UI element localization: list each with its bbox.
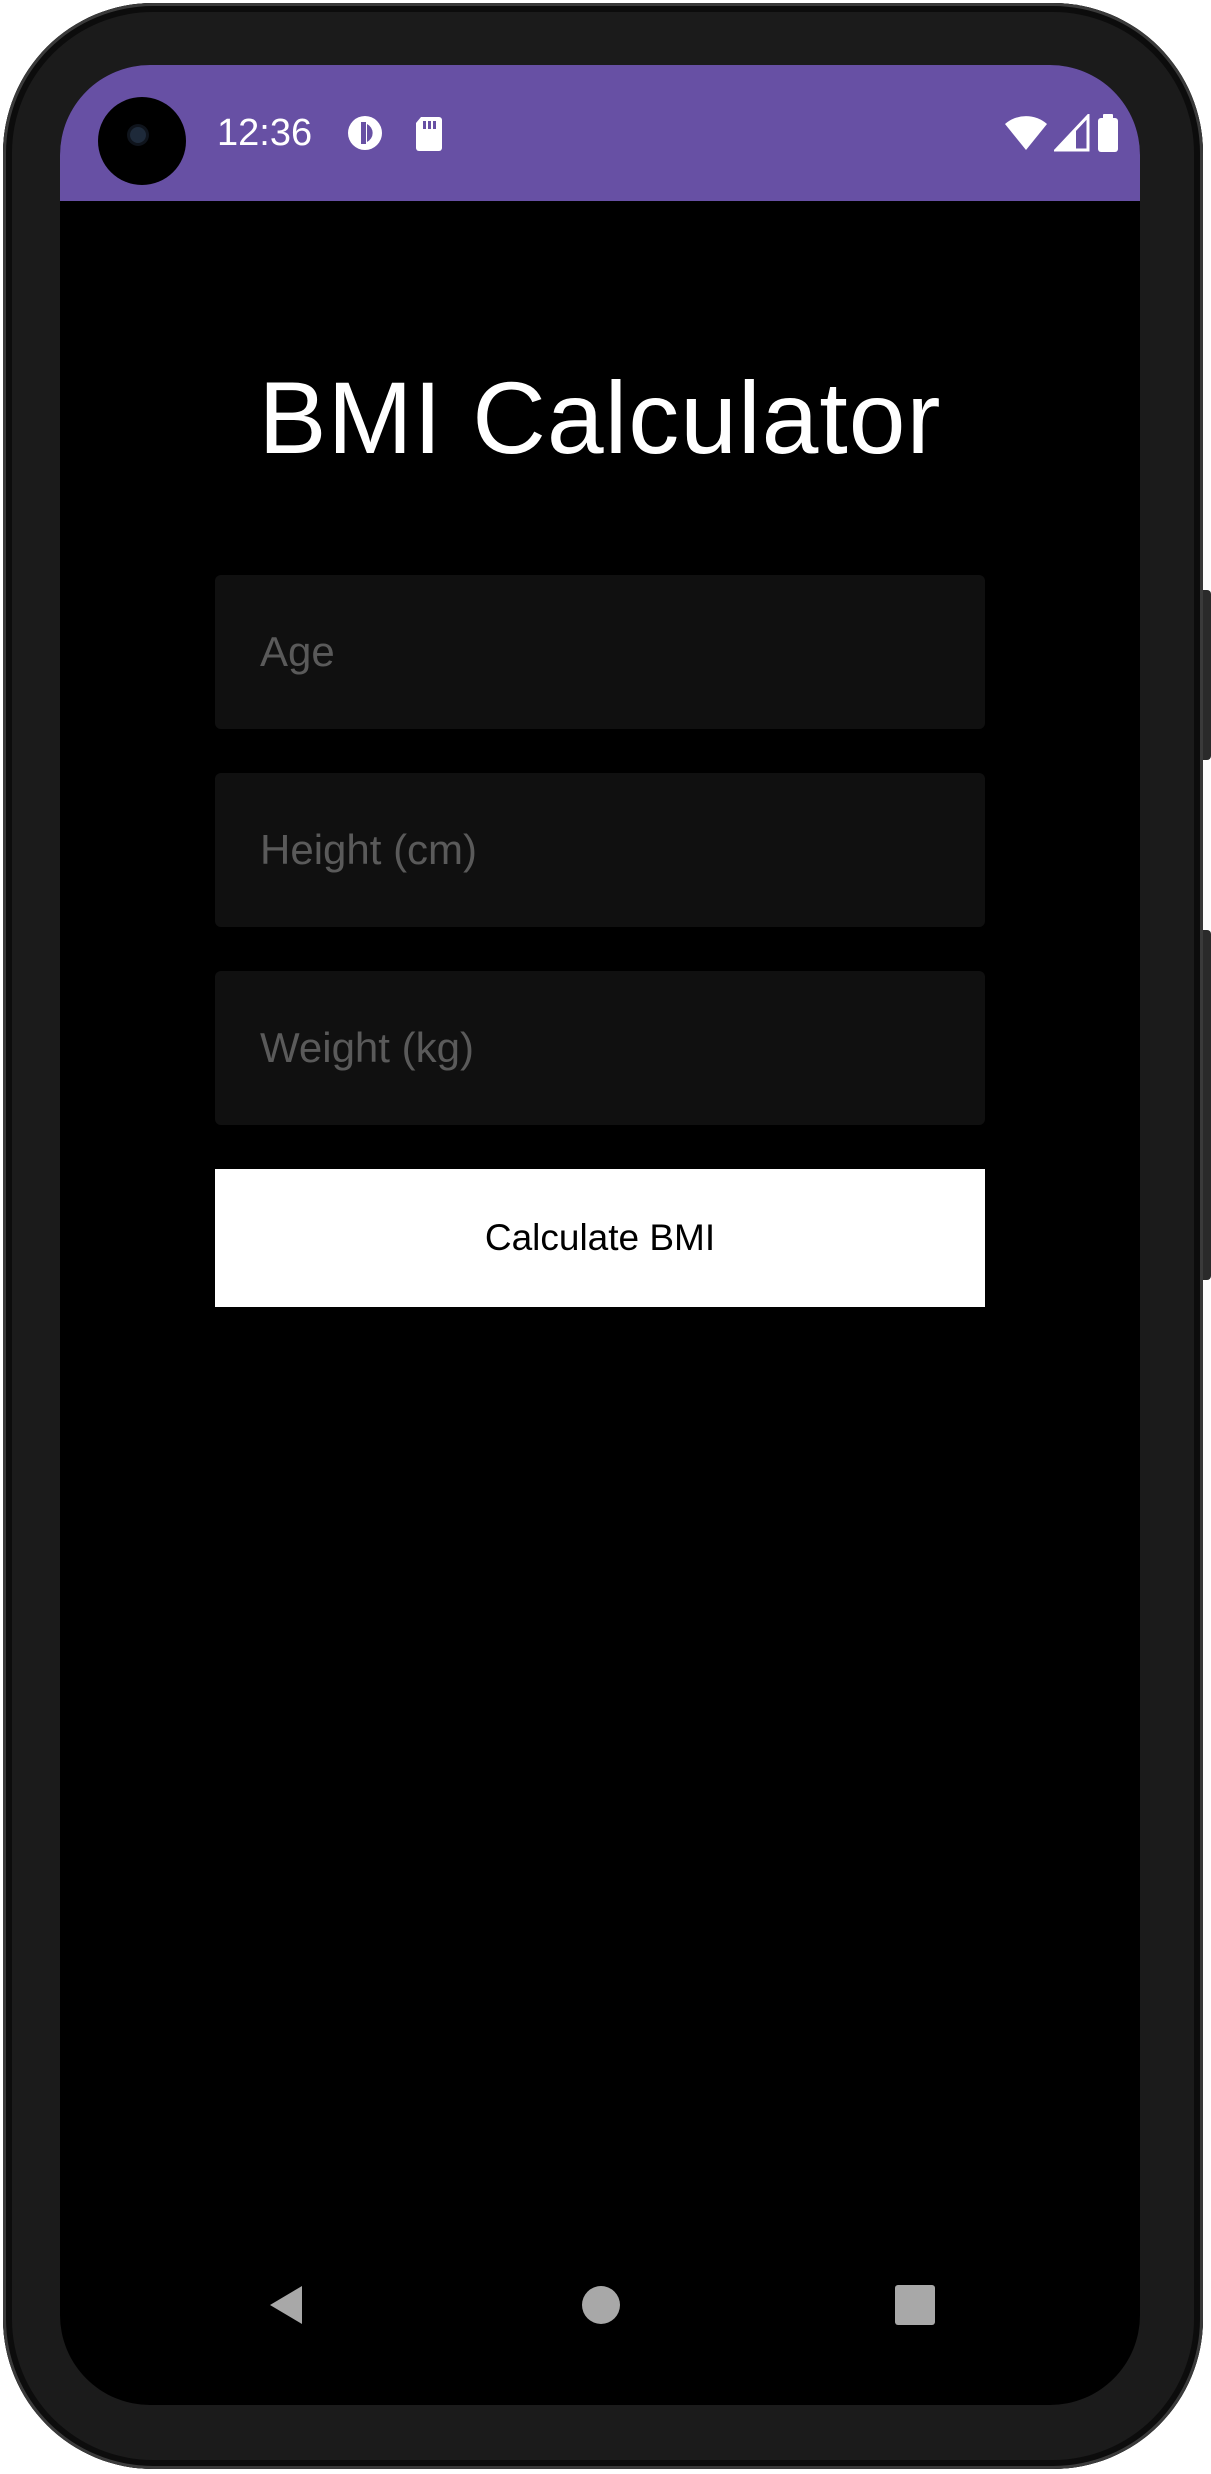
height-input[interactable] <box>215 773 985 927</box>
height-field[interactable] <box>215 773 985 927</box>
back-icon[interactable] <box>260 2280 310 2330</box>
age-input[interactable] <box>215 575 985 729</box>
screen: 12:36 BMI Calculator Age Height (cm) Wei… <box>60 65 1140 2405</box>
power-button <box>1203 930 1211 1280</box>
navigation-bar <box>60 2260 1140 2350</box>
home-icon[interactable] <box>576 2280 626 2330</box>
status-time: 12:36 <box>217 112 313 154</box>
page-title: BMI Calculator <box>258 361 942 475</box>
weight-field[interactable] <box>215 971 985 1125</box>
sd-card-icon <box>409 113 449 153</box>
recents-icon[interactable] <box>890 2280 940 2330</box>
volume-button <box>1203 590 1211 760</box>
data-saver-icon <box>345 113 385 153</box>
front-camera-icon <box>98 97 186 185</box>
status-bar: 12:36 <box>60 65 1140 201</box>
age-field[interactable] <box>215 575 985 729</box>
status-right-icons <box>1004 113 1120 153</box>
wifi-icon <box>1004 114 1048 152</box>
weight-input[interactable] <box>215 971 985 1125</box>
battery-icon <box>1096 113 1120 153</box>
camera-lens <box>130 127 146 143</box>
cell-signal-icon <box>1054 114 1090 152</box>
calculate-bmi-button[interactable]: Calculate BMI <box>215 1169 985 1307</box>
